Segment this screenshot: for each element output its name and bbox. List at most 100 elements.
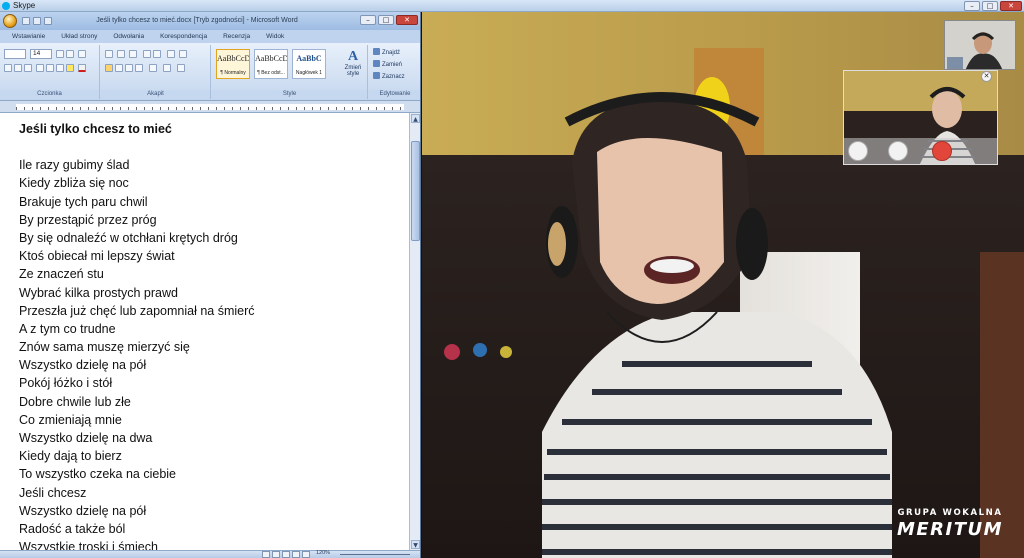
shrink-font-icon[interactable] (66, 50, 74, 58)
skype-minimize-button[interactable]: – (964, 1, 980, 11)
word-maximize-button[interactable]: □ (378, 15, 394, 25)
show-marks-icon[interactable] (179, 50, 187, 58)
ruler-scale (16, 104, 404, 110)
lyric-line: Jeśli chcesz (19, 485, 87, 500)
lyric-line: Kiedy zbliża się noc (19, 176, 129, 191)
horizontal-ruler[interactable] (0, 101, 420, 113)
align-right-icon[interactable] (125, 64, 133, 72)
sort-icon[interactable] (167, 50, 175, 58)
call-mini-window[interactable] (843, 70, 998, 165)
lyric-line: Ktoś obiecał mi lepszy świat (19, 249, 175, 264)
shading-icon[interactable] (163, 64, 171, 72)
style-normal[interactable]: AaBbCcDc ¶ Normalny (216, 49, 250, 79)
line-spacing-icon[interactable] (149, 64, 157, 72)
save-icon[interactable] (22, 17, 30, 25)
increase-indent-icon[interactable] (153, 50, 161, 58)
lyric-line: Wszystko dzielę na dwa (19, 431, 153, 445)
draft-view-icon[interactable] (302, 551, 310, 558)
self-video-frame (945, 21, 1015, 69)
word-minimize-button[interactable]: – (360, 15, 376, 25)
skype-window-controls: – □ ✕ (964, 1, 1022, 11)
find-button[interactable]: Znajdź (373, 48, 400, 56)
style-heading-1[interactable]: AaBbC Nagłówek 1 (292, 49, 326, 79)
document-page[interactable]: Jeśli tylko chcesz to mieć Ile razy gubi… (0, 113, 409, 550)
scroll-thumb[interactable] (411, 141, 420, 241)
scroll-up-arrow-icon[interactable]: ▲ (411, 114, 420, 123)
italic-icon[interactable] (14, 64, 22, 72)
full-screen-view-icon[interactable] (272, 551, 280, 558)
restore-window-icon[interactable] (974, 141, 994, 161)
lyric-line: Przeszła już chęć lub zapomniał na śmier… (19, 303, 255, 318)
end-call-icon[interactable] (932, 141, 952, 161)
microphone-icon[interactable] (848, 141, 868, 161)
borders-icon[interactable] (177, 64, 185, 72)
outline-view-icon[interactable] (292, 551, 300, 558)
camera-icon[interactable] (888, 141, 908, 161)
subscript-icon[interactable] (46, 64, 54, 72)
font-color-icon[interactable] (78, 64, 86, 72)
multilevel-list-icon[interactable] (129, 50, 137, 58)
lyric-line: Wszystkie troski i śmiech (19, 540, 158, 550)
ribbon: 14 Czcionka Akapit AaBbCc ¶ Normalny AaB… (0, 43, 420, 101)
clear-formatting-icon[interactable] (78, 50, 86, 58)
ribbon-tabs: Wstawianie Układ strony Odwołania Koresp… (0, 30, 420, 43)
word-status-bar: 120% (0, 550, 420, 558)
align-left-icon[interactable] (105, 64, 113, 72)
skype-maximize-button[interactable]: □ (982, 1, 998, 11)
lyric-line: Ile razy gubimy ślad (19, 158, 130, 173)
vertical-scrollbar[interactable]: ▲ ▼ (409, 113, 420, 550)
tab-uklad-strony[interactable]: Układ strony (53, 30, 105, 43)
scroll-down-arrow-icon[interactable]: ▼ (411, 540, 420, 549)
redo-icon[interactable] (44, 17, 52, 25)
self-video-preview[interactable] (944, 20, 1016, 70)
change-styles-button[interactable]: A Zmień style (340, 49, 366, 83)
office-button-icon[interactable] (3, 14, 17, 28)
decrease-indent-icon[interactable] (143, 50, 151, 58)
font-name-box[interactable] (4, 49, 26, 59)
replace-button[interactable]: Zamień (373, 60, 402, 68)
mini-window-close-icon[interactable]: ✕ (981, 71, 992, 82)
tab-wstawianie[interactable]: Wstawianie (4, 30, 53, 43)
word-close-button[interactable]: ✕ (396, 15, 418, 25)
tab-odwolania[interactable]: Odwołania (105, 30, 152, 43)
word-window: Jeśli tylko chcesz to mieć.docx [Tryb zg… (0, 12, 421, 558)
lyric-line: Kiedy dają to bierz (19, 449, 122, 464)
zoom-slider[interactable] (340, 554, 410, 555)
skype-title-bar: Skype – □ ✕ (0, 0, 1024, 12)
word-document-title: Jeśli tylko chcesz to mieć.docx [Tryb zg… (96, 17, 298, 24)
find-icon (373, 48, 380, 55)
find-label: Znajdź (382, 50, 401, 56)
align-center-icon[interactable] (115, 64, 123, 72)
bullets-icon[interactable] (105, 50, 113, 58)
skype-close-button[interactable]: ✕ (1000, 1, 1022, 11)
select-button[interactable]: Zaznacz (373, 72, 405, 80)
highlight-icon[interactable] (66, 64, 74, 72)
grow-font-icon[interactable] (56, 50, 64, 58)
web-layout-view-icon[interactable] (282, 551, 290, 558)
font-size-box[interactable]: 14 (30, 49, 52, 59)
lyric-line: Ze znaczeń stu (19, 267, 104, 282)
tab-recenzja[interactable]: Recenzja (215, 30, 258, 43)
lyric-line: Radość a także ból (19, 521, 126, 536)
style-no-spacing[interactable]: AaBbCcDc ¶ Bez odst... (254, 49, 288, 79)
tab-widok[interactable]: Widok (258, 30, 292, 43)
bold-icon[interactable] (4, 64, 12, 72)
style-heading-1-name: Nagłówek 1 (295, 70, 323, 76)
zoom-level[interactable]: 120% (316, 550, 330, 556)
print-layout-view-icon[interactable] (262, 551, 270, 558)
style-no-spacing-name: ¶ Bez odst... (257, 70, 285, 76)
style-normal-sample: AaBbCcDc (217, 54, 249, 63)
tab-korespondencja[interactable]: Korespondencja (152, 30, 215, 43)
lyric-line: By się odnaleźć w otchłani krętych dróg (19, 230, 238, 245)
styles-group: AaBbCcDc ¶ Normalny AaBbCcDc ¶ Bez odst.… (212, 45, 368, 99)
strikethrough-icon[interactable] (36, 64, 44, 72)
paragraph-group: Akapit (101, 45, 211, 99)
numbering-icon[interactable] (117, 50, 125, 58)
lyric-line: Wybrać kilka prostych prawd (19, 285, 178, 300)
undo-icon[interactable] (33, 17, 41, 25)
document-text[interactable]: Jeśli tylko chcesz to mieć Ile razy gubi… (19, 120, 404, 550)
justify-icon[interactable] (135, 64, 143, 72)
superscript-icon[interactable] (56, 64, 64, 72)
watermark-logo: GRUPA WOKALNA MERITUM (880, 508, 1020, 540)
underline-icon[interactable] (24, 64, 32, 72)
